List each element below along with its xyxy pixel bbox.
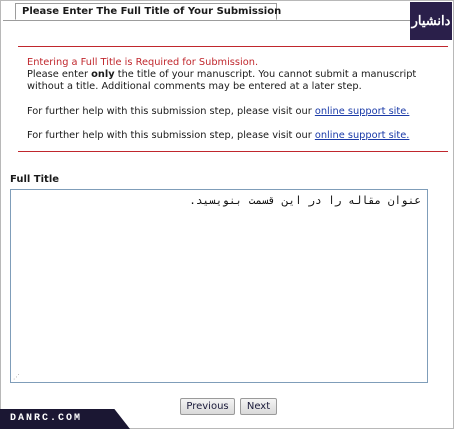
full-title-textarea[interactable]: عنوان مقاله را در این قسمت بنویسید. — [10, 189, 428, 383]
divider-top — [18, 46, 448, 47]
watermark: DANRC.COM — [0, 409, 130, 429]
help-line-1: For further help with this submission st… — [27, 106, 409, 117]
support-link[interactable]: online support site. — [315, 130, 410, 141]
instruction-line-2: without a title. Additional comments may… — [27, 81, 362, 92]
support-link[interactable]: online support site. — [315, 106, 410, 117]
site-logo: دانشیار — [410, 2, 452, 40]
help-line-2: For further help with this submission st… — [27, 130, 409, 141]
help-text: For further help with this submission st… — [27, 106, 315, 117]
help-text: For further help with this submission st… — [27, 130, 315, 141]
next-button[interactable]: Next — [240, 398, 277, 415]
tab-full-title[interactable]: Please Enter The Full Title of Your Subm… — [15, 3, 281, 20]
instruction-text: the title of your manuscript. You cannot… — [114, 69, 417, 80]
divider-bottom — [18, 151, 448, 152]
instruction-text: Please enter — [27, 69, 92, 80]
resize-grip-icon[interactable]: ⋰ — [13, 373, 20, 381]
instruction-emphasis: only — [91, 69, 115, 80]
previous-button[interactable]: Previous — [180, 398, 235, 415]
error-message: Entering a Full Title is Required for Su… — [27, 57, 259, 68]
tab-strip: Please Enter The Full Title of Your Subm… — [3, 3, 451, 21]
full-title-label: Full Title — [10, 174, 60, 185]
instruction-line-1: Please enter only the title of your manu… — [27, 69, 416, 80]
